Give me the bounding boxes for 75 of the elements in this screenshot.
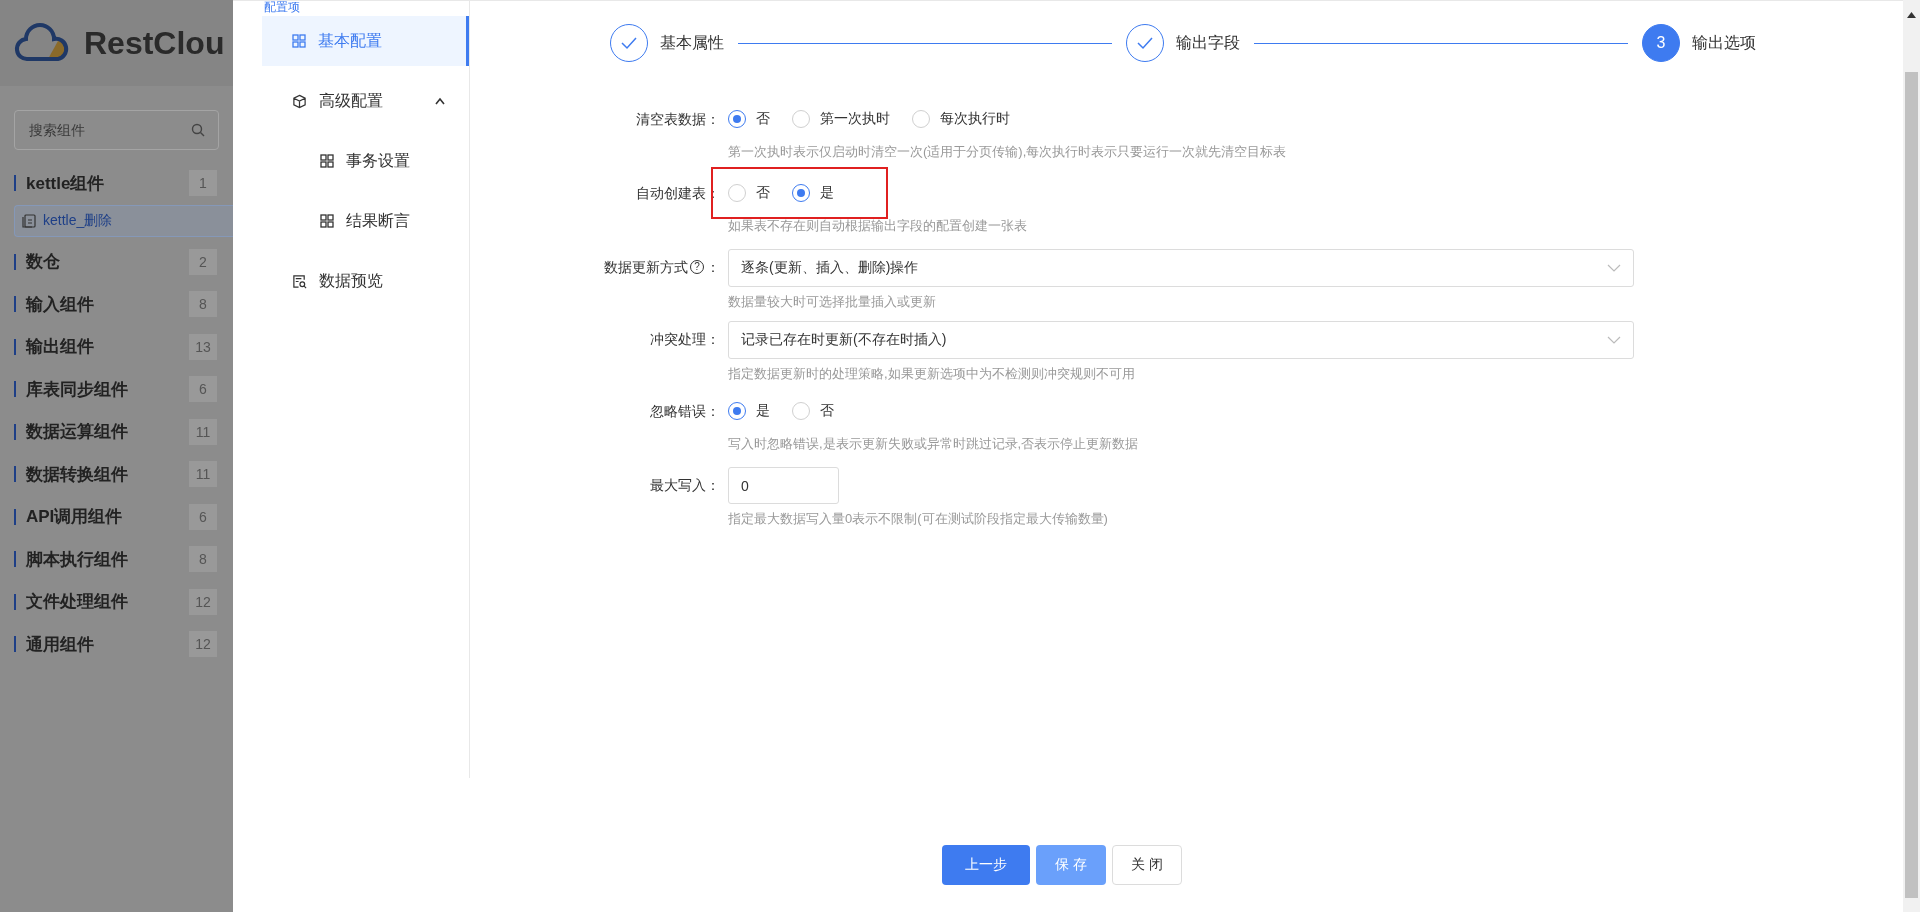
radio-option[interactable]: 是 <box>792 184 834 202</box>
category-item[interactable]: 库表同步组件 6 <box>0 368 233 411</box>
menu-item[interactable]: 结果断言 <box>262 196 469 246</box>
count-badge: 1 <box>189 170 217 197</box>
field-hint: 写入时忽略错误,是表示更新失败或异常时跳过记录,否表示停止更新数据 <box>728 435 1139 453</box>
label-colon: ： <box>706 258 720 277</box>
logo-text: RestClou <box>84 24 225 62</box>
scrollbar-thumb[interactable] <box>1905 72 1918 898</box>
category-item[interactable]: kettle组件 1 <box>0 162 233 205</box>
category-item[interactable]: 数仓 2 <box>0 240 233 283</box>
input-field[interactable]: 0 <box>728 467 839 504</box>
menu-item[interactable]: 基本配置 <box>262 16 469 66</box>
document-icon <box>21 212 37 229</box>
field-label: 冲突处理： <box>650 330 720 349</box>
category-item[interactable]: 输入组件 8 <box>0 283 233 326</box>
menu-item[interactable]: 数据预览 <box>262 256 469 306</box>
count-badge: 12 <box>189 588 217 615</box>
category-item[interactable]: 数据运算组件 11 <box>0 410 233 453</box>
field-label: 最大写入： <box>650 476 720 495</box>
field-label: 忽略错误： <box>650 402 720 421</box>
step-circle: 3 <box>1642 24 1680 62</box>
menu-item[interactable]: 事务设置 <box>262 136 469 186</box>
menu-item[interactable]: 高级配置 <box>262 76 469 126</box>
count-badge: 6 <box>189 376 217 403</box>
field-label: 清空表数据： <box>636 110 720 129</box>
menu-title: 配置项 <box>263 1 301 16</box>
field-hint: 数据量较大时可选择批量插入或更新 <box>728 293 937 311</box>
grid-icon <box>320 154 334 168</box>
count-badge: 2 <box>189 248 217 275</box>
step-label: 基本属性 <box>660 32 724 53</box>
check-icon <box>1136 36 1154 50</box>
radio-option[interactable]: 否 <box>728 110 770 128</box>
step-label: 输出选项 <box>1692 32 1756 53</box>
category-item[interactable]: 脚本执行组件 8 <box>0 538 233 581</box>
cloud-logo-icon <box>14 23 70 63</box>
count-badge: 8 <box>189 291 217 318</box>
grid-icon <box>292 34 306 48</box>
chevron-up-icon[interactable] <box>434 97 446 105</box>
select-field[interactable]: 逐条(更新、插入、删除)操作 <box>728 249 1634 287</box>
category-item[interactable]: 输出组件 13 <box>0 325 233 368</box>
radio-option[interactable]: 否 <box>792 402 834 420</box>
count-badge: 13 <box>189 333 217 360</box>
count-badge: 6 <box>189 503 217 530</box>
chevron-down-icon <box>1607 264 1621 272</box>
action-button[interactable]: 上一步 <box>942 845 1031 885</box>
grid-icon <box>320 214 334 228</box>
chevron-down-icon <box>1607 336 1621 344</box>
cube-icon <box>292 93 307 109</box>
check-icon <box>620 36 638 50</box>
radio-button[interactable] <box>728 110 746 128</box>
radio-option[interactable]: 第一次执时 <box>792 110 890 128</box>
count-badge: 11 <box>189 461 217 488</box>
radio-option[interactable]: 否 <box>728 184 770 202</box>
category-item[interactable]: 文件处理组件 12 <box>0 580 233 623</box>
field-hint: 指定最大数据写入量0表示不限制(可在测试阶段指定最大传输数量) <box>728 510 1108 528</box>
category-item[interactable]: 数据转换组件 11 <box>0 453 233 496</box>
field-label: 数据更新方式 <box>604 258 688 277</box>
select-field[interactable]: 记录已存在时更新(不存在时插入) <box>728 321 1634 359</box>
step-label: 输出字段 <box>1176 32 1240 53</box>
search-field[interactable]: 搜索组件 <box>14 110 219 150</box>
document-search-icon <box>292 273 307 289</box>
radio-option[interactable]: 每次执行时 <box>912 110 1010 128</box>
radio-button[interactable] <box>792 184 810 202</box>
category-item[interactable]: API调用组件 6 <box>0 495 233 538</box>
category-item[interactable]: 通用组件 12 <box>0 623 233 666</box>
count-badge: 8 <box>189 546 217 573</box>
count-badge: 11 <box>189 418 217 445</box>
field-label: 自动创建表： <box>636 184 720 203</box>
radio-option[interactable]: 是 <box>728 402 770 420</box>
scroll-up-icon[interactable] <box>1907 12 1916 18</box>
field-hint: 指定数据更新时的处理策略,如果更新选项中为不检测则冲突规则不可用 <box>728 365 1136 383</box>
search-icon[interactable] <box>191 123 205 137</box>
count-badge: 12 <box>189 631 217 658</box>
radio-button[interactable] <box>728 402 746 420</box>
action-button[interactable]: 关 闭 <box>1112 845 1182 885</box>
